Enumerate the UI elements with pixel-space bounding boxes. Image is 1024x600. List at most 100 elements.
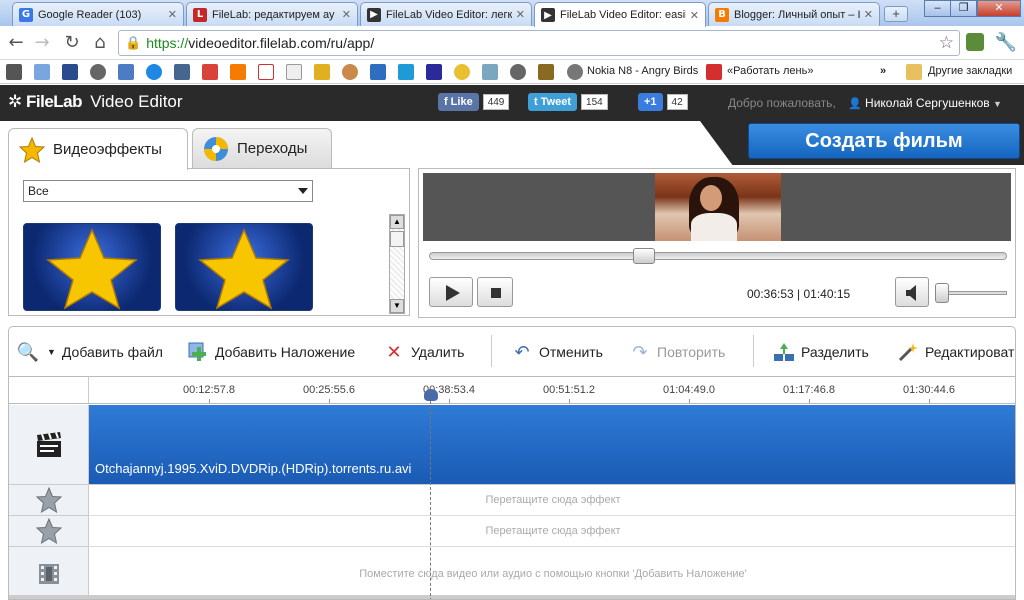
- scroll-thumb[interactable]: [390, 231, 404, 247]
- mute-button[interactable]: [895, 277, 929, 307]
- minimize-window-button[interactable]: –: [924, 0, 951, 17]
- close-icon[interactable]: ✕: [342, 8, 351, 21]
- effects-filter-select[interactable]: Все: [23, 180, 313, 202]
- bookmark-icon[interactable]: [202, 64, 218, 80]
- play-button[interactable]: [429, 277, 473, 307]
- filelab-video-icon: ▶: [541, 8, 555, 22]
- bookmark-icon[interactable]: [370, 64, 386, 80]
- bookmark-icon[interactable]: [342, 64, 358, 80]
- split-button[interactable]: Разделить: [773, 341, 869, 363]
- playhead-line: [430, 401, 431, 599]
- scroll-up-icon[interactable]: ▲: [390, 215, 404, 229]
- speaker-icon: [906, 285, 916, 301]
- bookmark-icon[interactable]: [482, 64, 498, 80]
- bookmark-icon[interactable]: [314, 64, 330, 80]
- timeline-scrollbar[interactable]: [9, 595, 1015, 599]
- google-plusone[interactable]: +1 42: [638, 92, 688, 112]
- bookmark-icon[interactable]: [398, 64, 414, 80]
- browser-tab-filelab-video-ru[interactable]: ▶ FileLab Video Editor: легко ✕: [360, 2, 532, 26]
- volume-handle[interactable]: [935, 283, 949, 303]
- back-arrow-icon[interactable]: ←: [4, 31, 28, 55]
- edit-button[interactable]: Редактировать: [897, 341, 1015, 363]
- evernote-extension-icon[interactable]: [966, 33, 984, 51]
- globe-icon[interactable]: [510, 64, 526, 80]
- plusone-button[interactable]: +1: [638, 93, 663, 111]
- bookmark-icon[interactable]: [706, 64, 722, 80]
- browser-tab-filelab-video-en[interactable]: ▶ FileLab Video Editor: easily ✕: [534, 2, 706, 27]
- new-tab-button[interactable]: +: [884, 6, 908, 22]
- user-menu[interactable]: 👤 Николай Сергушенков ▼: [848, 96, 1002, 110]
- bookmark-icon[interactable]: [34, 64, 50, 80]
- add-overlay-button[interactable]: Добавить Наложение: [187, 341, 355, 363]
- facebook-like[interactable]: f Like 449: [438, 92, 510, 112]
- bookmark-icon[interactable]: [426, 64, 442, 80]
- close-icon[interactable]: ✕: [516, 8, 525, 21]
- stop-button[interactable]: [477, 277, 513, 307]
- plusone-count: 42: [666, 94, 688, 110]
- bookmark-rabotat[interactable]: «Работать лень»: [727, 65, 813, 77]
- maximize-window-button[interactable]: ❐: [950, 0, 977, 17]
- browser-tab-filelab-audio[interactable]: L FileLab: редактируем ау ✕: [186, 2, 358, 26]
- chevron-down-icon: [298, 188, 308, 194]
- tab-video-effects[interactable]: Видеоэффекты: [8, 128, 188, 170]
- close-icon[interactable]: ✕: [168, 8, 177, 21]
- effect-thumbnail[interactable]: [175, 223, 313, 311]
- download-icon[interactable]: [6, 64, 22, 80]
- browser-tab-google-reader[interactable]: G Google Reader (103) ✕: [12, 2, 184, 26]
- create-movie-button[interactable]: Создать фильм: [748, 123, 1020, 159]
- wikipedia-icon[interactable]: [286, 64, 302, 80]
- bookmark-icon[interactable]: [454, 64, 470, 80]
- ruler-tick-label: 00:25:55.6: [303, 384, 355, 396]
- tweet-button[interactable]: t Tweet: [528, 93, 578, 111]
- seek-bar[interactable]: [429, 252, 1007, 260]
- bookmark-star-icon[interactable]: ☆: [939, 33, 954, 53]
- bookmark-icon[interactable]: [146, 64, 162, 80]
- address-bar[interactable]: 🔒 https://videoeditor.filelab.com/ru/app…: [118, 30, 960, 56]
- facebook-like-count: 449: [482, 94, 510, 110]
- preview-panel: 00:36:53 | 01:40:15: [418, 168, 1016, 318]
- gmail-icon[interactable]: [258, 64, 274, 80]
- bookmark-icon[interactable]: [62, 64, 78, 80]
- zoom-icon: 🔍: [16, 341, 40, 363]
- close-icon[interactable]: ✕: [690, 9, 699, 22]
- close-icon[interactable]: ✕: [864, 8, 873, 21]
- globe-icon[interactable]: [90, 64, 106, 80]
- scroll-down-icon[interactable]: ▼: [390, 299, 404, 313]
- globe-icon[interactable]: [567, 64, 583, 80]
- playhead-handle[interactable]: [424, 389, 438, 401]
- toolbar-divider: [491, 335, 492, 367]
- delete-button[interactable]: ✕ Удалить: [383, 341, 464, 363]
- effect-drop-zone[interactable]: Перетащите сюда эффект: [89, 485, 1015, 516]
- close-window-button[interactable]: ✕: [977, 0, 1021, 17]
- bookmark-icon[interactable]: [538, 64, 554, 80]
- add-file-button[interactable]: ▼ Добавить файл: [47, 341, 163, 363]
- vk-icon[interactable]: [174, 64, 190, 80]
- timeline-ruler[interactable]: 00:12:57.8 00:25:55.6 00:38:53.4 00:51:5…: [89, 377, 1015, 404]
- redo-button[interactable]: ↷ Повторить: [629, 341, 725, 363]
- chevron-right-icon[interactable]: »: [880, 65, 886, 77]
- twitter-icon: t: [534, 96, 538, 108]
- forward-arrow-icon[interactable]: →: [30, 31, 54, 55]
- browser-tab-blogger[interactable]: B Blogger: Личный опыт – I ✕: [708, 2, 880, 26]
- bookmark-nokia[interactable]: Nokia N8 - Angry Birds: [587, 65, 698, 77]
- video-clip[interactable]: Otchajannyj.1995.XviD.DVDRip.(HDRip).tor…: [89, 405, 1015, 485]
- other-bookmarks[interactable]: Другие закладки: [928, 65, 1012, 77]
- tab-transitions[interactable]: Переходы: [192, 128, 332, 168]
- browser-tab-label: Google Reader (103): [38, 8, 142, 21]
- facebook-like-button[interactable]: f Like: [438, 93, 479, 111]
- wrench-icon[interactable]: 🔧: [994, 31, 1018, 55]
- effect-drop-zone[interactable]: Перетащите сюда эффект: [89, 516, 1015, 547]
- overlay-drop-zone[interactable]: Поместите сюда видео или аудио с помощью…: [89, 547, 1015, 599]
- undo-button[interactable]: ↶ Отменить: [511, 341, 603, 363]
- reload-icon[interactable]: ↻: [60, 31, 84, 55]
- effect-thumbnail[interactable]: [23, 223, 161, 311]
- home-icon[interactable]: ⌂: [88, 31, 112, 55]
- bookmark-icon[interactable]: [118, 64, 134, 80]
- twitter-tweet[interactable]: t Tweet 154: [528, 92, 608, 112]
- star-icon: [198, 228, 290, 310]
- zoom-button[interactable]: 🔍: [17, 341, 45, 363]
- effects-scrollbar[interactable]: ▲ ▼: [389, 214, 405, 314]
- blogger-icon[interactable]: [230, 64, 246, 80]
- video-preview[interactable]: [423, 173, 1011, 241]
- seek-handle[interactable]: [633, 248, 655, 264]
